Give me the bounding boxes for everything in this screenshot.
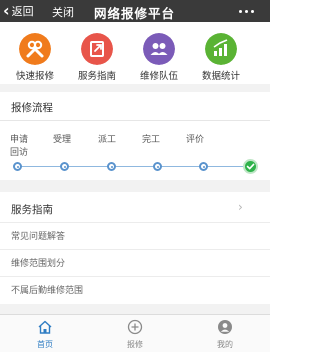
back-button[interactable]: ‹ 返回: [3, 2, 47, 20]
team-icon: [143, 33, 175, 65]
repair-team-button[interactable]: 维修队伍: [128, 22, 190, 84]
service-guide-title: 服务指南: [11, 204, 53, 216]
section-divider: [0, 84, 270, 92]
user-icon: [218, 320, 232, 334]
tab-home[interactable]: 首页: [0, 315, 90, 352]
more-dot-icon: [244, 9, 248, 13]
statistics-button[interactable]: 数据统计: [190, 22, 252, 84]
chevron-left-icon: ‹: [3, 1, 10, 20]
step-complete-check-icon: [243, 159, 258, 174]
page-title: 网络报修平台: [94, 6, 176, 21]
quick-repair-label: 快速报修: [15, 71, 54, 82]
flow-track-line: [17, 166, 255, 167]
quick-repair-button[interactable]: 快速报修: [4, 22, 66, 84]
more-dot-icon: [250, 9, 254, 13]
tab-repair[interactable]: 报修: [90, 315, 180, 352]
step-dot: [60, 162, 69, 171]
guide-item-label: 不属后勤维修范围: [11, 286, 84, 296]
home-icon: [38, 320, 52, 334]
step-dot: [199, 162, 208, 171]
close-button[interactable]: 关闭: [52, 4, 74, 20]
plus-circle-icon: [127, 319, 143, 335]
chevron-right-icon: ›: [238, 200, 243, 214]
section-divider: [0, 304, 270, 314]
statistics-label: 数据统计: [201, 71, 240, 82]
wrench-icon: [19, 33, 51, 65]
step-dot: [153, 162, 162, 171]
guide-item-label: 常见问题解答: [11, 232, 66, 242]
step-dot: [13, 162, 22, 171]
step-accept-label: 受理: [53, 135, 72, 145]
top-nav-bar: ‹ 返回 关闭 网络报修平台: [0, 0, 270, 22]
section-divider: [0, 180, 270, 192]
tab-repair-label: 报修: [127, 340, 143, 349]
divider: [0, 120, 270, 121]
guide-item-excluded[interactable]: 不属后勤维修范围: [0, 276, 270, 300]
repair-flow-title: 报修流程: [11, 102, 53, 114]
tab-mine[interactable]: 我的: [180, 315, 270, 352]
tab-home-label: 首页: [37, 340, 53, 349]
service-guide-button[interactable]: 服务指南: [66, 22, 128, 84]
step-revisit-label: 回访: [10, 148, 29, 158]
repair-flow-section: 报修流程 申请 受理 派工 完工 评价 回访: [0, 92, 270, 180]
step-dispatch-label: 派工: [98, 135, 117, 145]
guide-item-faq[interactable]: 常见问题解答: [0, 222, 270, 246]
tab-mine-label: 我的: [217, 340, 233, 349]
quick-actions: 快速报修 服务指南 维修队伍 数据统计: [0, 22, 270, 84]
step-dot: [107, 162, 116, 171]
step-evaluate-label: 评价: [186, 135, 205, 145]
more-options-button[interactable]: [228, 2, 264, 20]
repair-team-label: 维修队伍: [139, 71, 178, 82]
guide-item-label: 维修范围划分: [11, 259, 66, 269]
service-guide-header[interactable]: 服务指南 ›: [0, 192, 270, 222]
guide-item-scope[interactable]: 维修范围划分: [0, 249, 270, 273]
more-dot-icon: [238, 9, 242, 13]
step-apply-label: 申请: [10, 135, 29, 145]
chart-icon: [205, 33, 237, 65]
bottom-tab-bar: 首页 报修 我的: [0, 314, 270, 352]
step-complete-label: 完工: [142, 135, 161, 145]
back-label: 返回: [11, 5, 34, 18]
service-guide-section: 服务指南 › 常见问题解答 维修范围划分 不属后勤维修范围: [0, 192, 270, 304]
service-guide-label: 服务指南: [77, 71, 116, 82]
share-icon: [81, 33, 113, 65]
